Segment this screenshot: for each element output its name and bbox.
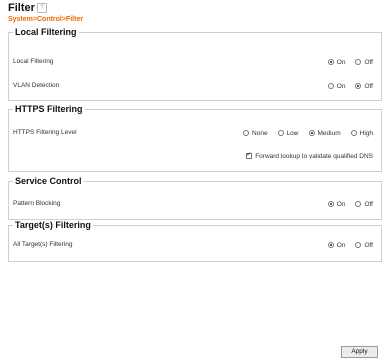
https-medium-radio[interactable]: Medium — [308, 130, 341, 137]
local-filtering-on-radio[interactable]: On — [327, 59, 345, 66]
https-none-radio[interactable]: None — [243, 130, 268, 137]
forward-lookup-checkbox[interactable]: Forward lookup to validate qualified DNS — [246, 151, 373, 160]
local-filtering-label: Local Filtering — [13, 58, 54, 65]
breadcrumb: System>Control>Filter — [8, 16, 84, 23]
targets-filtering-legend: Target(s) Filtering — [15, 220, 91, 230]
all-targets-row: All Target(s) Filtering On Off — [13, 239, 373, 251]
page-title: Filter ? — [8, 2, 47, 14]
help-icon[interactable]: ? — [36, 3, 47, 13]
vlan-detection-off-radio[interactable]: Off — [355, 83, 373, 90]
service-control-legend: Service Control — [15, 176, 82, 186]
https-filtering-legend: HTTPS Filtering — [15, 104, 83, 114]
all-targets-on-radio[interactable]: On — [327, 242, 345, 249]
all-targets-off-radio[interactable]: Off — [355, 242, 373, 249]
apply-button[interactable]: Apply — [341, 346, 378, 358]
vlan-detection-on-radio[interactable]: On — [327, 83, 345, 90]
vlan-detection-label: VLAN Detection — [13, 82, 60, 89]
forward-lookup-row: Forward lookup to validate qualified DNS — [13, 150, 373, 162]
https-low-radio[interactable]: Low — [277, 130, 299, 137]
pattern-blocking-on-radio[interactable]: On — [327, 201, 345, 208]
pattern-blocking-label: Pattern Blocking — [13, 200, 61, 207]
https-high-radio[interactable]: High — [350, 130, 373, 137]
page-title-text: Filter — [8, 2, 35, 14]
pattern-blocking-off-radio[interactable]: Off — [355, 201, 373, 208]
https-level-label: HTTPS Filtering Level — [13, 129, 77, 136]
pattern-blocking-row: Pattern Blocking On Off — [13, 198, 373, 210]
https-level-row: HTTPS Filtering Level None Low Medium Hi… — [13, 127, 373, 139]
local-filtering-legend: Local Filtering — [15, 27, 77, 37]
local-filtering-row: Local Filtering On Off — [13, 56, 373, 68]
local-filtering-off-radio[interactable]: Off — [355, 59, 373, 66]
vlan-detection-row: VLAN Detection On Off — [13, 80, 373, 92]
all-targets-label: All Target(s) Filtering — [13, 241, 73, 248]
